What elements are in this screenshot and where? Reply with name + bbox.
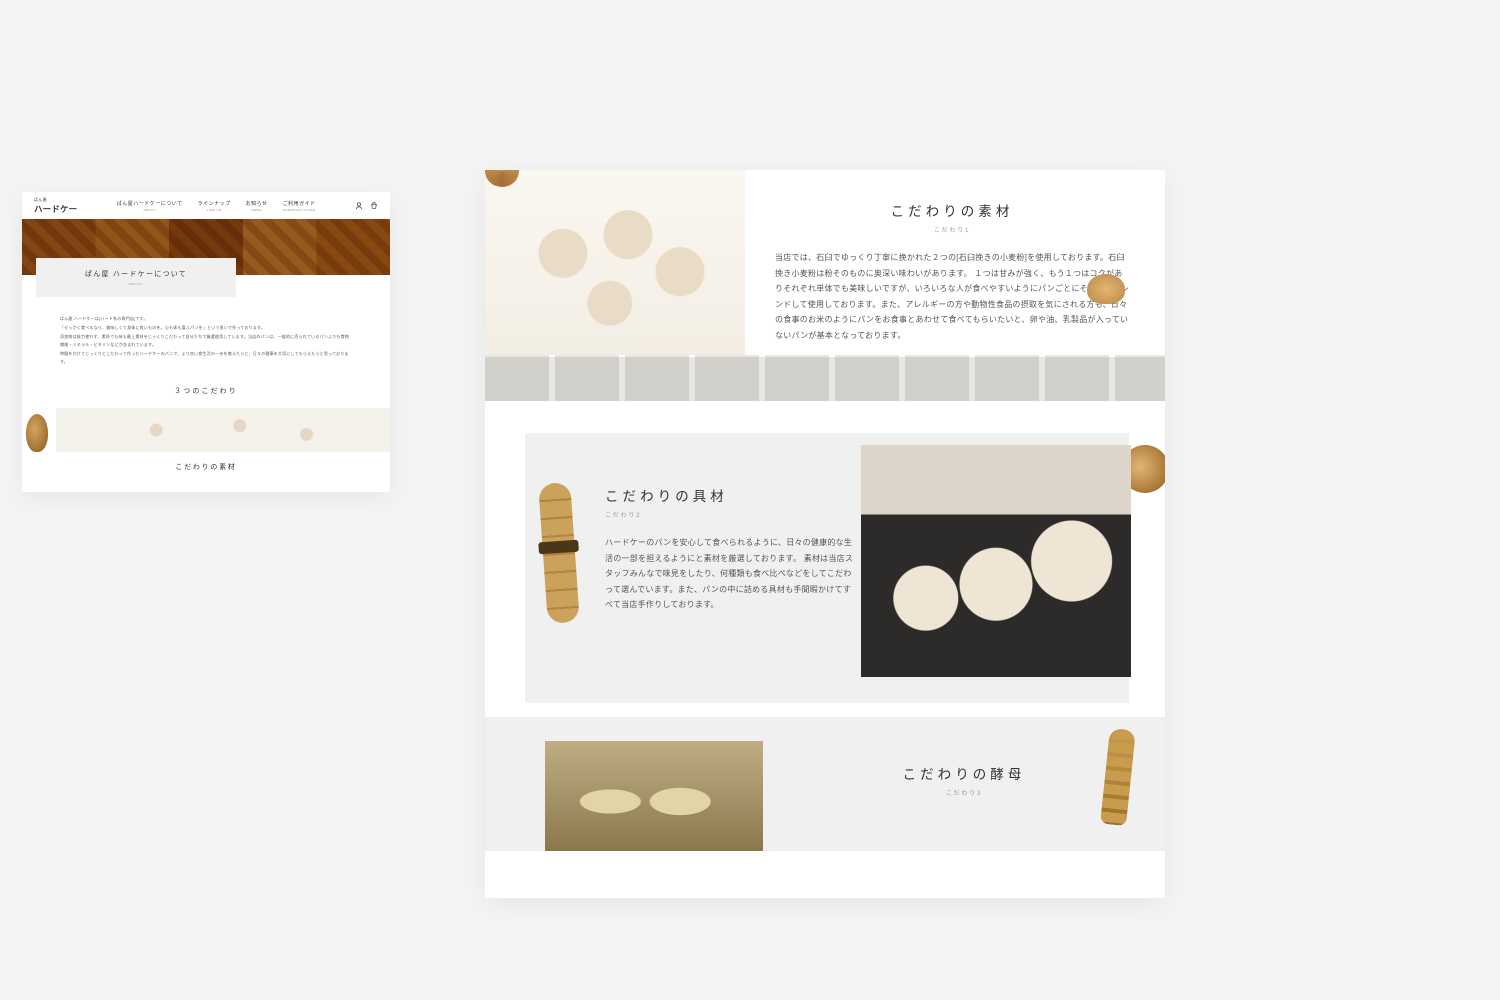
header-icons: [355, 202, 378, 210]
three-points-heading: ３つのこだわり: [22, 386, 390, 396]
account-icon[interactable]: [355, 202, 363, 210]
section1-heading-preview: こだわりの素材: [22, 462, 390, 472]
dough-scoring-image: [485, 170, 745, 355]
section2-sub: こだわり2: [605, 510, 855, 519]
nav-label-jp: ぱん屋ハードケーについて: [117, 200, 183, 207]
dough-image: [56, 408, 390, 452]
nav-lineup[interactable]: ラインナップ LINE UP: [198, 200, 231, 212]
nav-label-jp: ご利用ガイド: [283, 200, 316, 207]
cart-icon[interactable]: [370, 202, 378, 210]
section-ingredients: こだわりの具材 こだわり2 ハードケーのパンを安心して食べられるように、日々の健…: [485, 401, 1165, 717]
about-sections-preview: こだわりの素材 こだわり1 当店では、石臼でゆっくり丁寧に挽かれた２つの[石臼挽…: [485, 170, 1165, 898]
section1-text: こだわりの素材 こだわり1 当店では、石臼でゆっくり丁寧に挽かれた２つの[石臼挽…: [745, 170, 1165, 355]
section-material: こだわりの素材 こだわり1 当店では、石臼でゆっくり丁寧に挽かれた２つの[石臼挽…: [485, 170, 1165, 355]
dough-balls-image: [861, 445, 1131, 677]
intro-copy: ぱん屋 ハードケーは[ハード系の専門店]です。 「せっかく食べるなら、美味しくて…: [22, 297, 390, 365]
page-title: ぱん屋 ハードケーについて: [36, 269, 236, 279]
croissant-accent-icon: [1087, 274, 1125, 304]
section3-heading: こだわりの酵母: [803, 763, 1125, 783]
section2-body: ハードケーのパンを安心して食べられるように、日々の健康的な生活の一部を担えるよう…: [605, 535, 855, 613]
nav-news[interactable]: お知らせ NEWS: [246, 200, 268, 212]
main-nav: ぱん屋ハードケーについて ABOUT ラインナップ LINE UP お知らせ N…: [91, 200, 341, 212]
nav-label-jp: ラインナップ: [198, 200, 231, 207]
section3-sub: こだわり3: [803, 788, 1125, 797]
logo-text: ハードケー: [34, 203, 77, 215]
intro-line: ぱん屋 ハードケーは[ハード系の専門店]です。: [60, 315, 352, 323]
nav-label-en: NEWS: [246, 208, 268, 212]
nav-label-en: SHOPPING GUIDE: [283, 208, 316, 212]
page-title-en: ABOUT: [36, 282, 236, 286]
nav-label-jp: お知らせ: [246, 200, 268, 207]
intro-line: 「せっかく食べるなら、美味しくて身体に良いものを。心も体も喜ぶパンを」という思い…: [60, 324, 352, 332]
section2-text: こだわりの具材 こだわり2 ハードケーのパンを安心して食べられるように、日々の健…: [605, 485, 855, 613]
section1-thumb-row: [22, 408, 390, 452]
bread-accent-icon: [26, 414, 48, 452]
section-yeast: こだわりの酵母 こだわり3: [485, 717, 1165, 851]
intro-line: 時間をかけてじっくりとこだわって作ったハードケーのパンで、より良い食生活の一歩を…: [60, 350, 352, 365]
about-page-preview: ぱん屋 ハードケー ぱん屋ハードケーについて ABOUT ラインナップ LINE…: [22, 192, 390, 492]
section1-heading: こだわりの素材: [775, 200, 1129, 220]
intro-line: 添加物は極力使わず、素朴でも味も最上素材をじっくりこだわって自分たちで厳選使用し…: [60, 333, 352, 348]
site-header: ぱん屋 ハードケー ぱん屋ハードケーについて ABOUT ラインナップ LINE…: [22, 192, 390, 219]
jars-image: [545, 741, 763, 851]
nav-guide[interactable]: ご利用ガイド SHOPPING GUIDE: [283, 200, 316, 212]
section1-sub: こだわり1: [775, 225, 1129, 234]
nav-label-en: ABOUT: [117, 208, 183, 212]
section1-body: 当店では、石臼でゆっくり丁寧に挽かれた２つの[石臼挽きの小麦粉]を使用しておりま…: [775, 250, 1129, 344]
baguette-accent-icon: [538, 482, 580, 624]
nav-label-en: LINE UP: [198, 208, 231, 212]
nav-about[interactable]: ぱん屋ハードケーについて ABOUT: [117, 200, 183, 212]
section2-heading: こだわりの具材: [605, 485, 855, 505]
logo[interactable]: ぱん屋 ハードケー: [34, 197, 77, 215]
page-title-block: ぱん屋 ハードケーについて ABOUT: [36, 258, 236, 297]
tile-divider: [485, 355, 1165, 401]
